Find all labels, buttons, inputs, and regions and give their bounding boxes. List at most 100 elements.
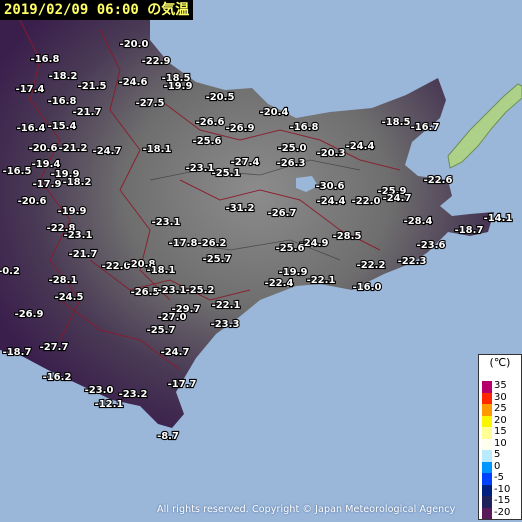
legend-tick-label: -20 xyxy=(494,506,511,518)
temperature-reading: -25.1 xyxy=(212,168,241,179)
temperature-reading: -14.1 xyxy=(484,213,513,224)
temperature-reading: -24.7 xyxy=(93,146,122,157)
temperature-reading: -30.6 xyxy=(316,181,345,192)
legend-tick-label: 10 xyxy=(494,437,507,449)
temperature-reading: -18.2 xyxy=(49,71,78,82)
temperature-reading: -16.0 xyxy=(353,282,382,293)
legend-color-swatch xyxy=(482,473,492,485)
temperature-reading: -23.1 xyxy=(64,230,93,241)
temperature-reading: -16.8 xyxy=(48,96,77,107)
temperature-reading: -20.3 xyxy=(317,148,346,159)
legend-tick-label: 20 xyxy=(494,414,507,426)
legend-color-swatch xyxy=(482,438,492,450)
legend-tick-label: -15 xyxy=(494,495,511,506)
temperature-reading: -22.1 xyxy=(212,300,241,311)
copyright-notice: All rights reserved. Copyright © Japan M… xyxy=(157,504,456,515)
temperature-reading: -18.7 xyxy=(455,225,484,236)
legend-color-swatch xyxy=(482,450,492,462)
temperature-reading: -20.6 xyxy=(29,143,58,154)
temperature-reading: -24.4 xyxy=(317,196,346,207)
temperature-reading: -18.1 xyxy=(147,265,176,276)
temperature-reading: -22.6 xyxy=(424,175,453,186)
temperature-reading: -27.4 xyxy=(231,157,260,168)
legend-tick-label: 30 xyxy=(494,391,507,403)
temperature-reading: -23.6 xyxy=(417,240,446,251)
temperature-reading: -22.0 xyxy=(352,196,381,207)
temperature-reading: -26.9 xyxy=(226,123,255,134)
legend-tick-label: -5 xyxy=(494,472,504,483)
temperature-reading: -21.7 xyxy=(73,107,102,118)
temperature-reading: -26.2 xyxy=(198,238,227,249)
temperature-reading: -19.9 xyxy=(58,206,87,217)
legend-tick-label: 25 xyxy=(494,403,507,414)
temperature-reading: -25.6 xyxy=(193,136,222,147)
temperature-reading: -12.1 xyxy=(95,399,124,410)
temperature-reading: -19.9 xyxy=(279,267,308,278)
legend-color-swatch xyxy=(482,461,492,473)
temperature-legend: (℃) 35 30 25 20 15 10 5 0 -5 -10 -15 -20 xyxy=(478,354,522,520)
temperature-reading: -22.1 xyxy=(307,275,336,286)
temperature-reading: -23.1 xyxy=(158,285,187,296)
temperature-reading: -17.9 xyxy=(33,179,62,190)
temperature-reading: -27.5 xyxy=(136,98,165,109)
legend-tick-label: 35 xyxy=(494,380,507,391)
temperature-reading: -22.4 xyxy=(265,278,294,289)
temperature-reading: -17.4 xyxy=(16,84,45,95)
temperature-reading: -25.0 xyxy=(278,143,307,154)
temperature-reading: -19.9 xyxy=(164,81,193,92)
temperature-reading: -22.9 xyxy=(142,56,171,67)
temperature-reading: -23.1 xyxy=(152,217,181,228)
legend-unit: (℃) xyxy=(489,356,511,369)
temperature-reading: -24.6 xyxy=(119,77,148,88)
legend-color-swatch xyxy=(482,381,492,393)
legend-color-swatch xyxy=(482,427,492,439)
temperature-reading: -20.5 xyxy=(206,92,235,103)
temperature-reading: -25.6 xyxy=(276,243,305,254)
temperature-reading: -23.0 xyxy=(85,385,114,396)
temperature-reading: -21.2 xyxy=(59,143,88,154)
temperature-reading: -18.1 xyxy=(143,144,172,155)
temperature-reading: -16.2 xyxy=(43,372,72,383)
temperature-reading: -26.7 xyxy=(268,208,297,219)
temperature-reading: -18.5 xyxy=(382,117,411,128)
legend-color-swatch xyxy=(482,415,492,427)
temperature-reading: -26.6 xyxy=(196,117,225,128)
temperature-reading: -26.5 xyxy=(131,287,160,298)
temperature-reading: -16.8 xyxy=(31,54,60,65)
legend-color-swatch xyxy=(482,507,492,519)
temperature-reading: -28.5 xyxy=(333,231,362,242)
temperature-reading: -24.7 xyxy=(383,193,412,204)
temperature-reading: -27.0 xyxy=(158,312,187,323)
temperature-reading: -23.1 xyxy=(186,163,215,174)
temperature-reading: -20.6 xyxy=(18,196,47,207)
legend-color-swatch xyxy=(482,392,492,404)
legend-color-swatch xyxy=(482,484,492,496)
temperature-reading: -25.7 xyxy=(203,254,232,265)
temperature-reading: -17.7 xyxy=(168,379,197,390)
temperature-reading: -22.3 xyxy=(398,256,427,267)
legend-color-swatch xyxy=(482,404,492,416)
temperature-reading: -31.2 xyxy=(226,203,255,214)
temperature-reading: -26.3 xyxy=(277,158,306,169)
temperature-reading: -18.7 xyxy=(3,347,32,358)
temperature-reading: -24.7 xyxy=(161,347,190,358)
temperature-reading: -21.7 xyxy=(69,249,98,260)
legend-tick-label: 0 xyxy=(494,460,501,472)
temperature-reading: -0.2 xyxy=(0,266,20,277)
temperature-reading: -22.2 xyxy=(357,260,386,271)
temperature-reading: -20.4 xyxy=(260,107,289,118)
temperature-reading: -16.7 xyxy=(411,122,440,133)
temperature-reading: -20.0 xyxy=(120,39,149,50)
temperature-reading: -23.3 xyxy=(211,319,240,330)
legend-tick-label: 5 xyxy=(494,449,501,460)
temperature-reading: -15.4 xyxy=(48,121,77,132)
map-title: 2019/02/09 06:00 の気温 xyxy=(0,0,194,20)
legend-tick-label: -10 xyxy=(494,483,511,495)
temperature-reading: -25.2 xyxy=(186,285,215,296)
temperature-reading: -8.7 xyxy=(157,431,179,442)
temperature-reading: -25.7 xyxy=(147,325,176,336)
temperature-reading: -26.9 xyxy=(15,309,44,320)
temperature-reading: -16.8 xyxy=(290,122,319,133)
temperature-reading: -28.1 xyxy=(49,275,78,286)
legend-color-swatch xyxy=(482,496,492,508)
